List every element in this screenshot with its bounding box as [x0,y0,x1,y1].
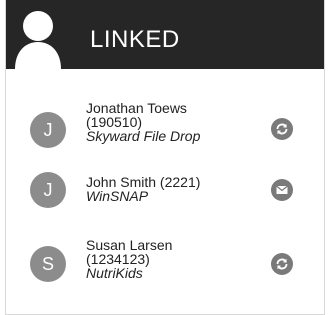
sync-icon [271,253,293,275]
sync-icon [271,118,293,140]
page-title: LINKED ACCOUNTS [90,26,229,133]
account-info: John Smith (2221) WinSNAP [86,175,246,203]
account-info: Jonathan Toews (190510) Skyward File Dro… [86,101,246,143]
mail-icon [271,179,293,201]
account-app: NutriKids [86,265,143,281]
account-info: Susan Larsen (1234123) NutriKids [86,238,246,280]
avatar: S [30,246,66,282]
user-icon [15,6,81,69]
linked-accounts-panel: LINKED ACCOUNTS J Jonathan Toews (190510… [5,0,325,315]
account-id: (190510) [86,114,143,130]
account-name: Jonathan Toews [86,100,187,116]
panel-header: LINKED ACCOUNTS [6,0,324,133]
avatar: J [30,172,66,208]
account-app: WinSNAP [86,188,149,204]
sync-button[interactable] [271,253,293,275]
account-name: Susan Larsen [86,237,173,253]
avatar: J [30,112,66,148]
account-app: Skyward File Drop [86,128,201,144]
sync-button[interactable] [271,118,293,140]
mail-button[interactable] [271,179,293,201]
account-id: (1234123) [86,251,150,267]
account-name: John Smith (2221) [86,174,201,190]
